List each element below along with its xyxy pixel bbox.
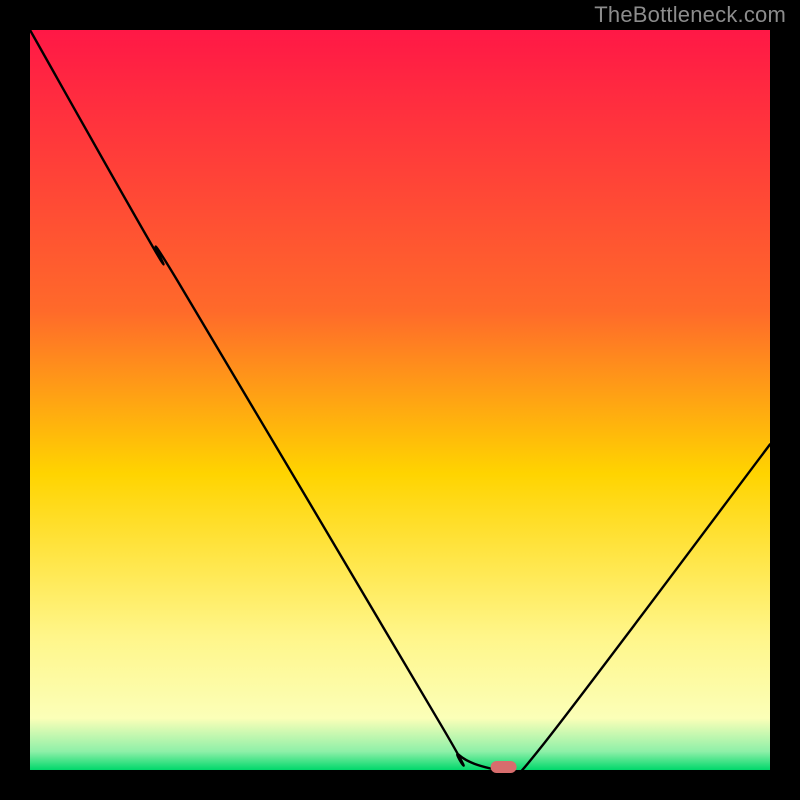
chart-container: TheBottleneck.com: [0, 0, 800, 800]
optimal-marker: [491, 761, 517, 773]
bottleneck-chart: [0, 0, 800, 800]
watermark-label: TheBottleneck.com: [594, 2, 786, 28]
plot-background: [30, 30, 770, 770]
